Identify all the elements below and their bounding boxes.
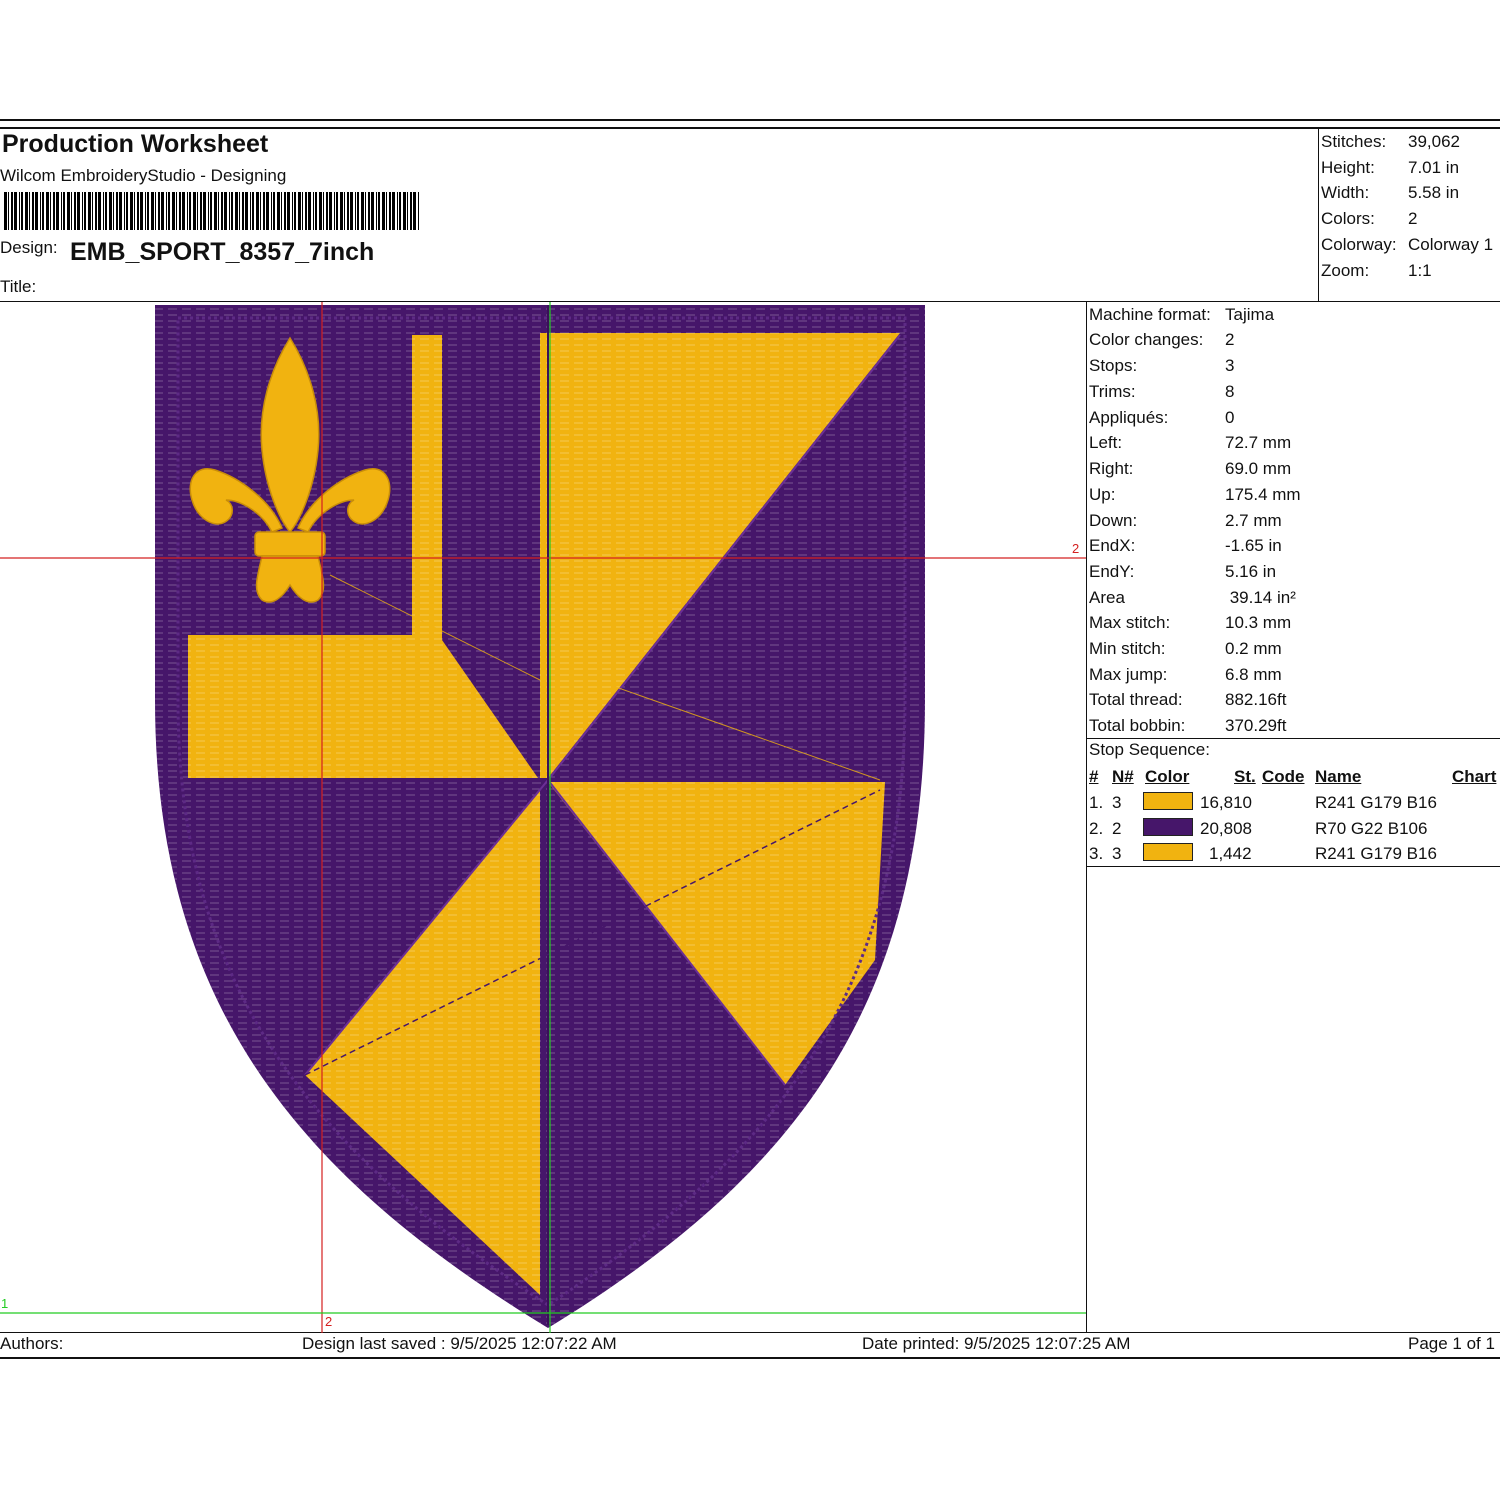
row-name: R241 G179 B16	[1315, 793, 1437, 812]
machine-value: 10.3 mm	[1225, 613, 1292, 632]
machine-value: 3	[1225, 356, 1235, 375]
summary-label: Zoom:	[1321, 261, 1370, 280]
machine-label: Area	[1089, 588, 1125, 607]
row-name: R241 G179 B16	[1315, 844, 1437, 863]
app-subtitle: Wilcom EmbroideryStudio - Designing	[0, 166, 287, 185]
panel-divider	[1086, 301, 1087, 1333]
machine-value: -1.65 in	[1225, 536, 1282, 555]
col-chart-header: Chart	[1452, 767, 1497, 786]
machine-label: Trims:	[1089, 382, 1136, 401]
summary-label: Colors:	[1321, 209, 1375, 228]
summary-label: Colorway:	[1321, 235, 1397, 254]
machine-label: Down:	[1089, 511, 1138, 530]
machine-label: Right:	[1089, 459, 1134, 478]
row-stitches: 20,808	[1200, 819, 1252, 838]
machine-value: 0	[1225, 408, 1235, 427]
barcode	[4, 192, 419, 230]
machine-value: 175.4 mm	[1225, 485, 1301, 504]
machine-value: 8	[1225, 382, 1235, 401]
footer-bottom-rule	[0, 1357, 1500, 1359]
col-name-header: Name	[1315, 767, 1362, 786]
machine-label: Min stitch:	[1089, 639, 1166, 658]
machine-value: 5.16 in	[1225, 562, 1277, 581]
col-code-header: Code	[1262, 767, 1305, 786]
machine-value: 0.2 mm	[1225, 639, 1282, 658]
summary-value: Colorway 1	[1408, 235, 1494, 254]
red-guide-h-label: 2	[1072, 541, 1080, 556]
row-needle: 3	[1112, 844, 1122, 863]
row-needle: 2	[1112, 819, 1122, 838]
summary-label: Stitches:	[1321, 132, 1387, 151]
machine-value: 69.0 mm	[1225, 459, 1292, 478]
top-rule	[0, 119, 1500, 121]
col-st-header: St.	[1234, 767, 1256, 786]
machine-value: 882.16ft	[1225, 690, 1287, 709]
row-name: R70 G22 B106	[1315, 819, 1428, 838]
design-label: Design:	[0, 238, 58, 257]
stop-sequence-title: Stop Sequence:	[1089, 740, 1210, 759]
machine-label: Machine format:	[1089, 305, 1211, 324]
row-stitches: 1,442	[1209, 844, 1252, 863]
color-swatch	[1143, 843, 1193, 861]
row-stitches: 16,810	[1200, 793, 1252, 812]
shield	[155, 305, 925, 1328]
machine-label: Appliqués:	[1089, 408, 1169, 427]
machine-label: Max jump:	[1089, 665, 1168, 684]
design-preview	[0, 302, 1086, 1333]
col-num-header: #	[1089, 767, 1099, 786]
summary-value: 1:1	[1408, 261, 1432, 280]
footer-printed: Date printed: 9/5/2025 12:07:25 AM	[862, 1334, 1131, 1353]
footer-saved: Design last saved : 9/5/2025 12:07:22 AM	[302, 1334, 617, 1353]
row-needle: 3	[1112, 793, 1122, 812]
machine-value: Tajima	[1225, 305, 1275, 324]
summary-value: 5.58 in	[1408, 183, 1460, 202]
design-name: EMB_SPORT_8357_7inch	[70, 238, 375, 266]
row-num: 1.	[1089, 793, 1104, 812]
red-guide-v-label: 2	[325, 1314, 333, 1329]
summary-divider	[1318, 128, 1319, 301]
seq-top-rule	[1086, 738, 1500, 739]
machine-label: Up:	[1089, 485, 1116, 504]
machine-label: Total bobbin:	[1089, 716, 1186, 735]
machine-label: Max stitch:	[1089, 613, 1171, 632]
summary-value: 2	[1408, 209, 1418, 228]
color-swatch	[1143, 792, 1193, 810]
machine-value: 2.7 mm	[1225, 511, 1282, 530]
seq-bottom-rule	[1086, 866, 1500, 867]
machine-value: 6.8 mm	[1225, 665, 1282, 684]
summary-label: Height:	[1321, 158, 1375, 177]
machine-label: Total thread:	[1089, 690, 1183, 709]
machine-value: 370.29ft	[1225, 716, 1287, 735]
machine-label: Left:	[1089, 433, 1123, 452]
machine-label: EndY:	[1089, 562, 1135, 581]
summary-value: 7.01 in	[1408, 158, 1460, 177]
row-num: 3.	[1089, 844, 1104, 863]
color-swatch	[1143, 818, 1193, 836]
machine-value: 39.14 in²	[1225, 588, 1296, 607]
header-top-rule	[0, 127, 1500, 129]
machine-label: Color changes:	[1089, 330, 1204, 349]
machine-value: 2	[1225, 330, 1235, 349]
green-guide-label: 1	[1, 1296, 9, 1311]
col-n-header: N#	[1112, 767, 1134, 786]
summary-label: Width:	[1321, 183, 1370, 202]
machine-label: Stops:	[1089, 356, 1138, 375]
row-num: 2.	[1089, 819, 1104, 838]
col-color-header: Color	[1145, 767, 1190, 786]
summary-value: 39,062	[1408, 132, 1460, 151]
worksheet-title: Production Worksheet	[2, 130, 269, 158]
machine-value: 72.7 mm	[1225, 433, 1292, 452]
machine-label: EndX:	[1089, 536, 1136, 555]
footer-page: Page 1 of 1	[1408, 1334, 1495, 1353]
footer-authors: Authors:	[0, 1334, 64, 1353]
title-label: Title:	[0, 277, 37, 296]
